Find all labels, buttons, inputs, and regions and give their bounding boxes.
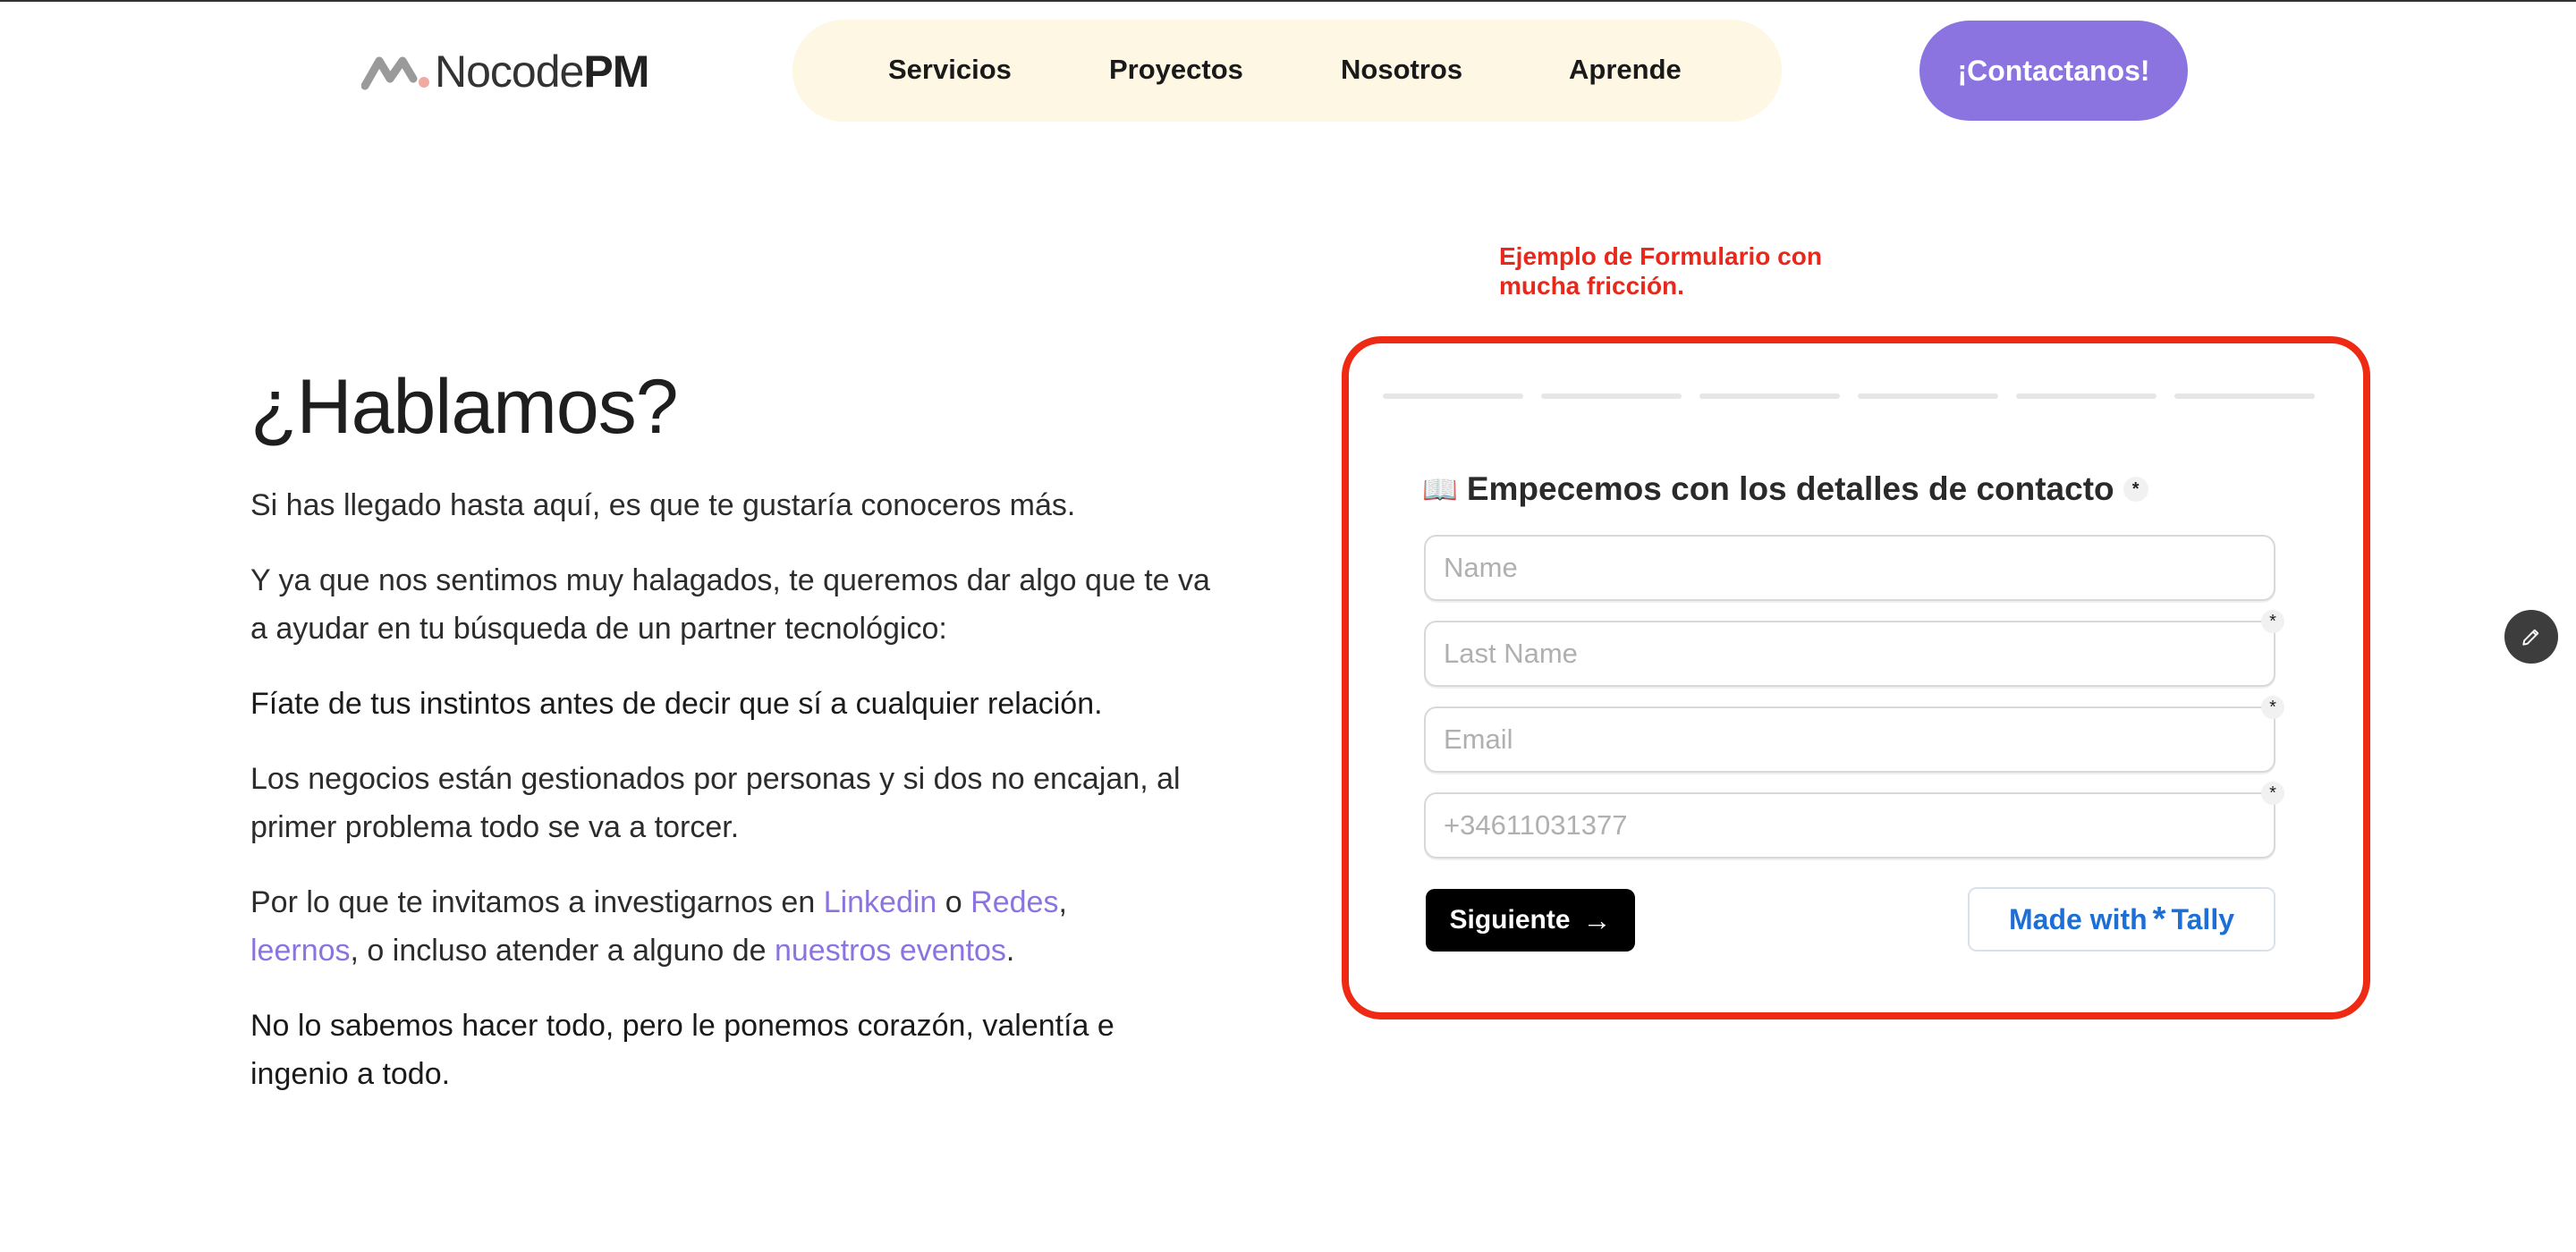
phone-input[interactable] [1426, 794, 2274, 857]
tally-asterisk-icon: * [2152, 900, 2166, 938]
instinct-paragraph: Fíate de tus instintos antes de decir qu… [250, 687, 1103, 721]
progress-segment [1541, 393, 1682, 399]
required-icon: * [2261, 782, 2284, 805]
last-name-input[interactable] [1426, 622, 2274, 685]
email-input[interactable] [1426, 708, 2274, 771]
badge-prefix: Made with [2008, 902, 2148, 935]
intro-paragraph: Si has llegado hasta aquí, es que te gus… [250, 488, 1076, 522]
progress-segment [1858, 393, 1998, 399]
brand-logo[interactable]: NocodePM [361, 47, 649, 97]
form-progress [1383, 393, 2315, 399]
page-title: ¿Hablamos? [250, 364, 679, 450]
required-icon: * [2123, 477, 2148, 502]
invite-text: o [936, 885, 971, 919]
linkedin-link[interactable]: Linkedin [824, 885, 937, 919]
main-nav: Servicios Proyectos Nosotros Aprende [792, 20, 1782, 122]
required-icon: * [2261, 696, 2284, 719]
nav-item-proyectos[interactable]: Proyectos [1109, 54, 1243, 86]
name-input[interactable] [1426, 537, 2274, 599]
form-question: 📖 Empecemos con los detalles de contacto… [1422, 470, 2148, 508]
edit-button[interactable] [2504, 610, 2558, 664]
progress-segment [1383, 393, 1523, 399]
progress-segment [2016, 393, 2157, 399]
leernos-link[interactable]: leernos [250, 934, 351, 968]
gift-paragraph: Y ya que nos sentimos muy halagados, te … [250, 563, 1210, 646]
hero-content: ¿Hablamos? Si has llegado hasta aquí, es… [250, 368, 1216, 1125]
page: NocodePM Servicios Proyectos Nosotros Ap… [0, 0, 2576, 1252]
email-field: * [1424, 696, 2284, 773]
invite-text: . [1005, 934, 1015, 968]
closing-paragraph: No lo sabemos hacer todo, pero le ponemo… [250, 1009, 1114, 1091]
next-button[interactable]: Siguiente → [1426, 889, 1635, 952]
logo-mark-icon [361, 56, 429, 90]
book-icon: 📖 [1422, 473, 1458, 505]
nav-item-servicios[interactable]: Servicios [888, 54, 1012, 86]
last-name-field: * [1424, 610, 2284, 687]
name-field [1424, 535, 2275, 601]
question-label: Empecemos con los detalles de contacto [1466, 470, 2114, 507]
nav-item-aprende[interactable]: Aprende [1569, 54, 1682, 86]
made-with-tally-badge[interactable]: Made with * Tally [1968, 887, 2275, 952]
events-link[interactable]: nuestros eventos [775, 934, 1006, 968]
required-icon: * [2261, 610, 2284, 633]
contact-button[interactable]: ¡Contactanos! [1919, 21, 2188, 121]
progress-segment [1699, 393, 1840, 399]
invite-text: Por lo que te invitamos a investigarnos … [250, 885, 824, 919]
progress-segment [2174, 393, 2315, 399]
brand-name: NocodePM [435, 47, 649, 97]
nav-item-nosotros[interactable]: Nosotros [1341, 54, 1462, 86]
annotation-text: Ejemplo de Formulario con mucha fricción… [1499, 242, 1822, 300]
business-paragraph: Los negocios están gestionados por perso… [250, 762, 1181, 844]
phone-field: * [1424, 782, 2284, 859]
invite-paragraph: Por lo que te invitamos a investigarnos … [250, 878, 1216, 975]
arrow-right-icon: → [1582, 903, 1612, 936]
redes-link[interactable]: Redes [970, 885, 1058, 919]
contact-form-card: 📖 Empecemos con los detalles de contacto… [1342, 336, 2370, 1019]
pencil-icon [2522, 629, 2539, 646]
badge-brand: Tally [2171, 902, 2234, 935]
next-label: Siguiente [1449, 905, 1571, 935]
invite-text: , o incluso atender a alguno de [350, 934, 775, 968]
invite-text: , [1058, 885, 1067, 919]
